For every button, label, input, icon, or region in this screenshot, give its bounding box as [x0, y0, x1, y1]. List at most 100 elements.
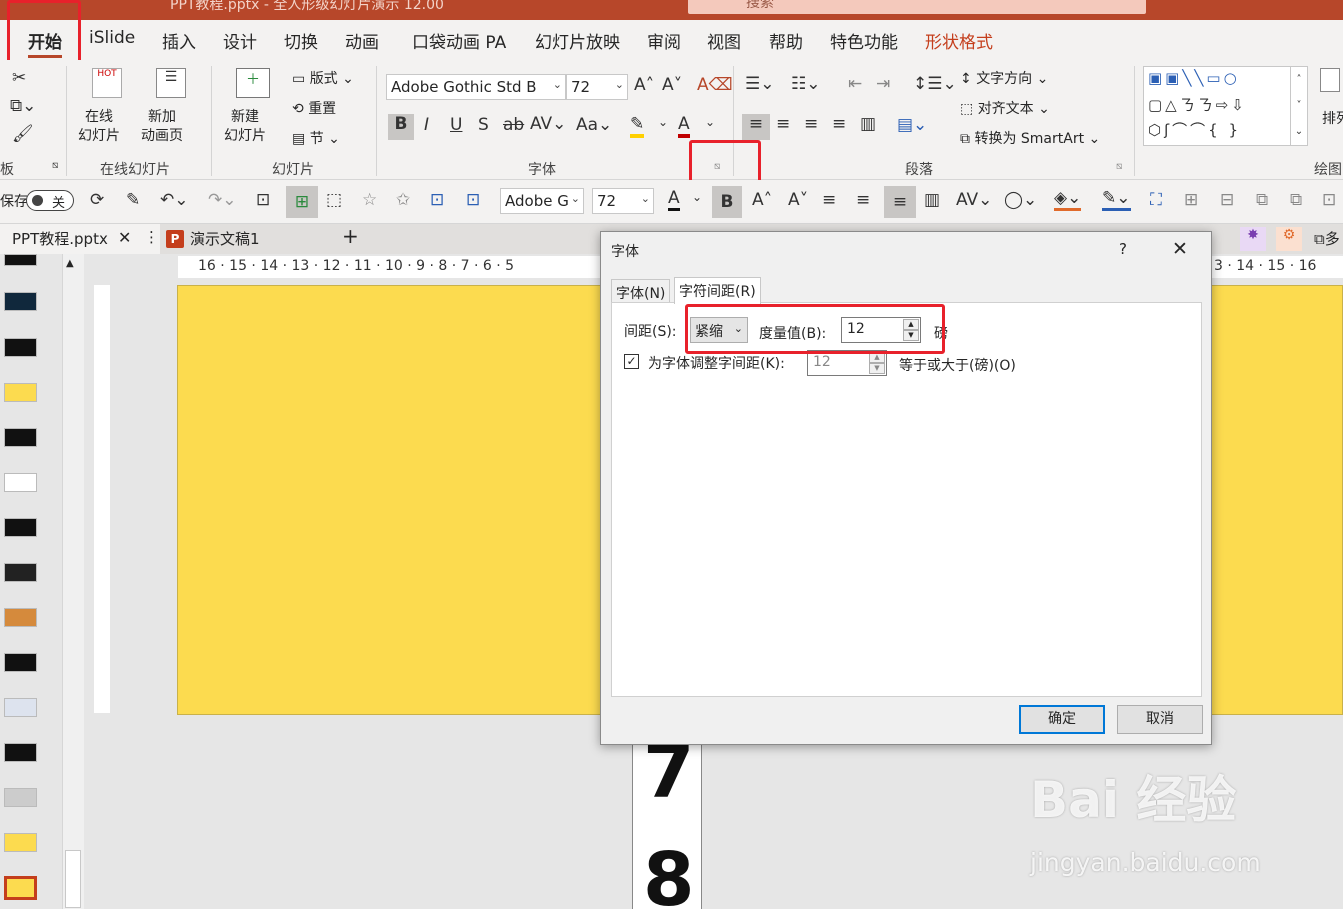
shape-row-1[interactable]: ▣▣╲╲▭○	[1148, 69, 1240, 87]
qat-fill-icon[interactable]: ◈⌄	[1054, 188, 1082, 211]
qat-font-color-icon[interactable]: A	[668, 188, 680, 211]
redo-icon[interactable]: ↷⌄	[208, 190, 237, 210]
gear-icon[interactable]: ⚙	[1276, 227, 1302, 251]
qat-char-spacing-icon[interactable]: AV⌄	[956, 190, 992, 210]
kerning-input[interactable]: 12 ▲ ▼	[807, 350, 887, 376]
qat-align-left-icon[interactable]: ≡	[884, 186, 916, 218]
shape-row-3[interactable]: ⬡ʃ⌒⌒{ }	[1148, 119, 1241, 140]
qat-grow-font-icon[interactable]: A˄	[752, 190, 772, 210]
chevron-down-icon[interactable]: ⌄	[658, 115, 668, 129]
close-icon[interactable]: ✕	[118, 228, 131, 247]
tab-slideshow[interactable]: 幻灯片放映	[535, 28, 620, 53]
qat-size-combo[interactable]: 72 ⌄	[592, 188, 654, 214]
qat-distribute-icon[interactable]: ⊟	[1220, 190, 1234, 210]
paragraph-dialog-launcher-icon[interactable]: ⧅	[1116, 161, 1122, 172]
qat-group-icon[interactable]: ⧉	[1256, 190, 1268, 210]
tab-help[interactable]: 帮助	[769, 28, 803, 53]
tab-review[interactable]: 审阅	[647, 28, 681, 53]
star-outline-icon[interactable]: ✩	[396, 190, 410, 210]
slide-thumbnail[interactable]	[4, 428, 37, 447]
tab-character-spacing[interactable]: 字符间距(R)	[674, 277, 761, 304]
slide-thumbnail[interactable]	[4, 292, 37, 311]
new-anim-page-icon[interactable]: ☰	[156, 68, 186, 98]
tab-insert[interactable]: 插入	[162, 28, 196, 53]
sparkle-icon[interactable]: ✸	[1240, 227, 1266, 251]
new-slide-button[interactable]: 新建 幻灯片	[224, 108, 266, 146]
font-name-combo[interactable]: Adobe Gothic Std B ⌄	[386, 74, 566, 100]
increase-indent-icon[interactable]: ⇥	[876, 74, 890, 94]
shapes-gallery[interactable]: ▣▣╲╲▭○ ▢△ㄋㄋ⇨⇩ ⬡ʃ⌒⌒{ }	[1143, 66, 1308, 146]
measure-input[interactable]: 12 ▲ ▼	[841, 317, 921, 343]
tab-pocket-animation[interactable]: 口袋动画 PA	[412, 28, 506, 53]
window-icon[interactable]: ⧉多	[1314, 228, 1340, 249]
spacing-select[interactable]: 紧缩 ⌄	[690, 317, 748, 343]
align-left-icon[interactable]: ≡	[742, 114, 770, 140]
qat-more-icon[interactable]: ⊡	[1322, 190, 1336, 210]
slide-thumbnail[interactable]	[4, 338, 37, 357]
dialog-launcher-icon[interactable]: ⧅	[52, 160, 58, 171]
textbox-vertical-icon[interactable]: ⊡	[466, 190, 480, 210]
eyedropper-icon[interactable]: ✎	[126, 190, 140, 210]
chevron-down-icon[interactable]: ⌄	[705, 115, 715, 129]
tab-shape-format[interactable]: 形状格式	[925, 28, 993, 53]
spin-up-icon[interactable]: ▲	[903, 319, 919, 330]
shrink-font-icon[interactable]: A˅	[662, 75, 682, 95]
format-painter-icon[interactable]: 🖌	[12, 124, 34, 144]
italic-icon[interactable]: I	[424, 115, 429, 135]
textbox-icon[interactable]: ⊡	[430, 190, 444, 210]
layout-button[interactable]: ▭ 版式 ⌄	[292, 68, 354, 88]
reset-button[interactable]: ⟲ 重置	[292, 98, 336, 118]
qat-align-icon[interactable]: ⊞	[1184, 190, 1198, 210]
qat-align-center-icon[interactable]: ≡	[822, 190, 836, 210]
grow-font-icon[interactable]: A˄	[634, 75, 654, 95]
slide-thumbnail[interactable]	[4, 608, 37, 627]
align-text-button[interactable]: ⬚ 对齐文本 ⌄	[960, 98, 1050, 118]
text-direction-button[interactable]: ↕ 文字方向 ⌄	[960, 68, 1048, 88]
new-anim-page-button[interactable]: 新加 动画页	[141, 108, 183, 146]
undo-icon[interactable]: ↶⌄	[160, 190, 189, 210]
spin-down-icon[interactable]: ▼	[869, 363, 885, 374]
ok-button[interactable]: 确定	[1019, 705, 1105, 734]
slide-thumbnail[interactable]	[4, 383, 37, 402]
highlight-color-icon[interactable]: ✎	[630, 114, 645, 138]
kerning-checkbox[interactable]: ✓	[624, 354, 639, 369]
qat-ungroup-icon[interactable]: ⧉	[1290, 190, 1302, 210]
smartart-button[interactable]: ⧉ 转换为 SmartArt ⌄	[960, 128, 1100, 148]
slide-thumbnail[interactable]	[4, 698, 37, 717]
decrease-indent-icon[interactable]: ⇤	[848, 74, 862, 94]
cut-icon[interactable]: ✂	[12, 68, 26, 88]
bold-icon[interactable]: B	[388, 114, 414, 140]
tab-design[interactable]: 设计	[223, 28, 257, 53]
qat-justify-icon[interactable]: ≡	[856, 190, 870, 210]
font-size-combo[interactable]: 72 ⌄	[566, 74, 628, 100]
help-icon[interactable]: ?	[1119, 240, 1127, 258]
select-icon[interactable]: ⬚	[326, 190, 342, 210]
close-icon[interactable]: ✕	[1172, 238, 1188, 260]
line-spacing-icon[interactable]: ↕☰⌄	[913, 74, 957, 94]
scroll-thumb[interactable]	[65, 850, 81, 908]
tab-view[interactable]: 视图	[707, 28, 741, 53]
align-center-icon[interactable]: ≡	[776, 114, 790, 134]
align-center-obj-icon[interactable]: ⊞	[286, 186, 318, 218]
present-icon[interactable]: ⊡	[256, 190, 270, 210]
qat-distributed-icon[interactable]: ▥	[924, 190, 940, 210]
scroll-up-icon[interactable]: ▲	[66, 258, 74, 269]
save-icon[interactable]: ⟳	[90, 190, 104, 210]
qat-crop-icon[interactable]: ⛶	[1150, 190, 1162, 210]
distributed-icon[interactable]: ▥	[860, 114, 876, 134]
slide-thumbnail[interactable]	[4, 254, 37, 266]
shape-row-2[interactable]: ▢△ㄋㄋ⇨⇩	[1148, 94, 1247, 115]
tab-special[interactable]: 特色功能	[830, 28, 898, 53]
slide-thumbnail[interactable]	[4, 563, 37, 582]
bullets-icon[interactable]: ☰⌄	[745, 74, 774, 94]
justify-icon[interactable]: ≡	[832, 114, 846, 134]
tab-animations[interactable]: 动画	[345, 28, 379, 53]
add-tab-icon[interactable]: +	[342, 224, 359, 248]
qat-shape-icon[interactable]: ◯⌄	[1004, 190, 1037, 210]
star-icon[interactable]: ☆	[362, 190, 377, 210]
section-button[interactable]: ▤ 节 ⌄	[292, 128, 340, 148]
cancel-button[interactable]: 取消	[1117, 705, 1203, 734]
slide-thumbnail[interactable]	[4, 833, 37, 852]
change-case-icon[interactable]: Aa⌄	[576, 115, 612, 135]
underline-icon[interactable]: U	[450, 115, 462, 135]
